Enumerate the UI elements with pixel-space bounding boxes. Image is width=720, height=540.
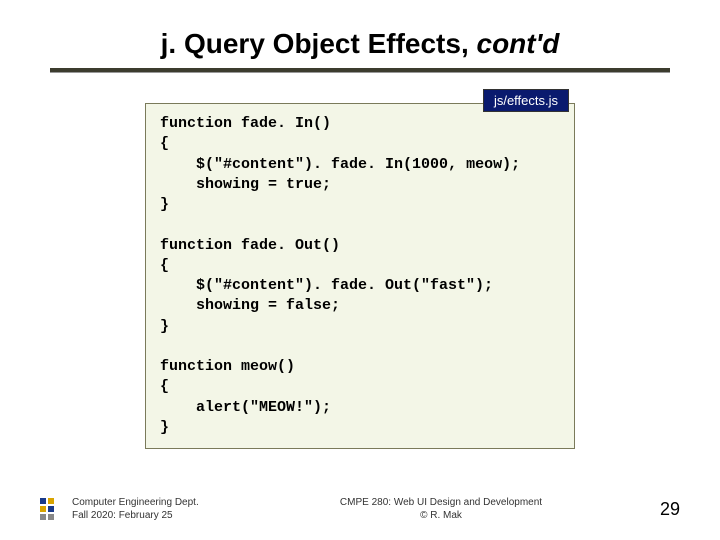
- code-line: {: [160, 135, 169, 152]
- code-wrapper: js/effects.js function fade. In() { $("#…: [145, 103, 575, 449]
- slide: j. Query Object Effects, cont'd js/effec…: [0, 0, 720, 540]
- title-rule: [50, 68, 670, 73]
- footer-left: Computer Engineering Dept. Fall 2020: Fe…: [72, 496, 242, 522]
- footer-term: Fall 2020: February 25: [72, 509, 242, 522]
- code-line: alert("MEOW!");: [160, 399, 331, 416]
- code-line: {: [160, 257, 169, 274]
- footer: Computer Engineering Dept. Fall 2020: Fe…: [0, 496, 720, 522]
- code-line: }: [160, 318, 169, 335]
- footer-dept: Computer Engineering Dept.: [72, 496, 242, 509]
- code-line: function fade. Out(): [160, 237, 340, 254]
- code-line: [160, 338, 169, 355]
- code-line: [160, 216, 169, 233]
- code-line: }: [160, 196, 169, 213]
- code-line: function meow(): [160, 358, 295, 375]
- footer-course: CMPE 280: Web UI Design and Development: [242, 496, 640, 509]
- sjsu-logo-icon: [40, 498, 54, 520]
- code-line: function fade. In(): [160, 115, 331, 132]
- title-main: j. Query Object Effects,: [161, 28, 477, 59]
- code-line: {: [160, 378, 169, 395]
- footer-author: © R. Mak: [242, 509, 640, 522]
- code-line: $("#content"). fade. Out("fast");: [160, 277, 493, 294]
- code-line: showing = false;: [160, 297, 340, 314]
- footer-mid: CMPE 280: Web UI Design and Development …: [242, 496, 640, 522]
- code-box: function fade. In() { $("#content"). fad…: [145, 103, 575, 449]
- file-label: js/effects.js: [483, 89, 569, 112]
- code-line: }: [160, 419, 169, 436]
- page-number: 29: [640, 499, 680, 520]
- slide-title: j. Query Object Effects, cont'd: [40, 28, 680, 60]
- code-line: showing = true;: [160, 176, 331, 193]
- title-contd: cont'd: [477, 28, 560, 59]
- code-line: $("#content"). fade. In(1000, meow);: [160, 156, 520, 173]
